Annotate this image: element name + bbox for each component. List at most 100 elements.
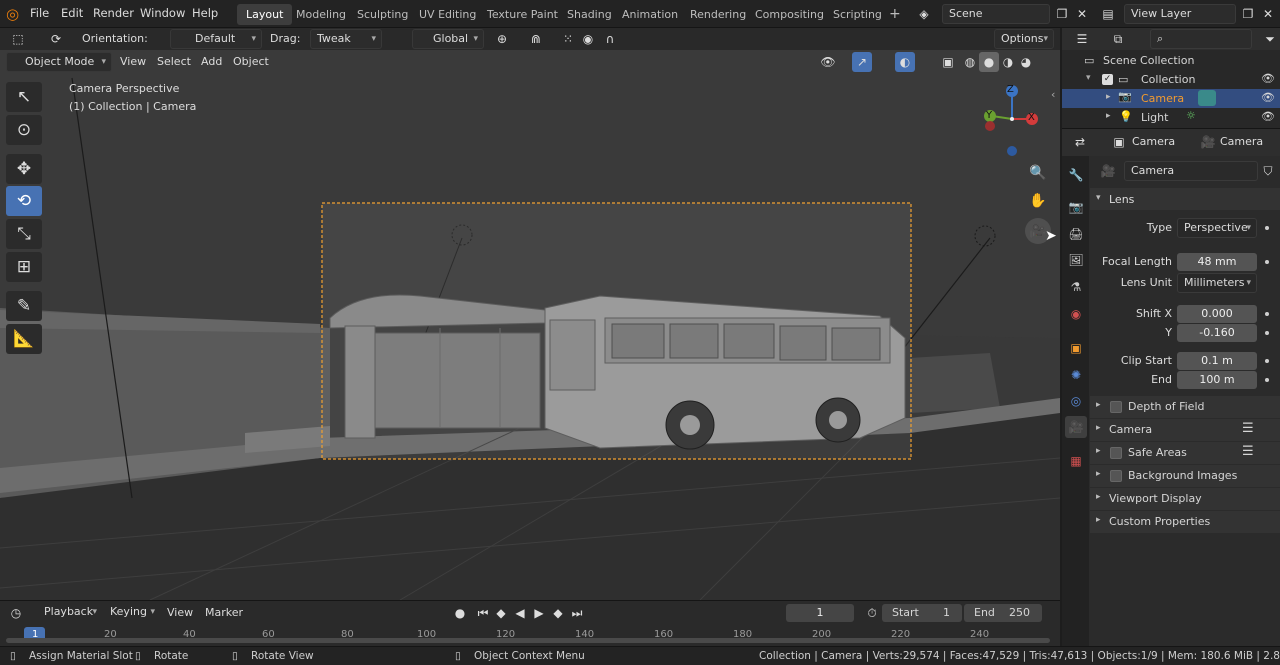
keyframe-dot[interactable] (1265, 331, 1269, 335)
gizmo-toggle-icon[interactable]: ↗ (852, 52, 872, 72)
expand-icon[interactable]: ▸ (1096, 515, 1101, 525)
blender-logo-icon[interactable]: ◎ (6, 5, 24, 23)
outliner-row-collection[interactable]: ▾ ✓ ▭ Collection 👁 (1062, 70, 1280, 89)
keyframe-dot[interactable] (1265, 260, 1269, 264)
tab-compositing[interactable]: Compositing (746, 4, 833, 25)
scene-field[interactable]: Scene (942, 4, 1050, 24)
tab-data-label[interactable]: Camera (1220, 135, 1263, 148)
properties-type-icon[interactable]: ⇄ (1070, 132, 1090, 152)
datablock-field[interactable]: Camera (1124, 161, 1258, 181)
measure-tool-button[interactable]: 📐 (6, 324, 42, 354)
start-frame-field[interactable]: Start 1 (882, 604, 962, 622)
depth-of-field-panel[interactable]: ▸ Depth of Field (1090, 396, 1280, 418)
presets-list-icon[interactable]: ☰ (1242, 444, 1254, 459)
menu-file[interactable]: File (30, 6, 49, 20)
visibility-icon[interactable]: 👁 (818, 52, 838, 72)
clip-end-field[interactable]: 100 m (1177, 371, 1257, 389)
camera-expand-icon[interactable]: ▸ (1106, 92, 1111, 102)
custom-properties-panel[interactable]: ▸ Custom Properties (1090, 511, 1280, 533)
menu-window[interactable]: Window (140, 6, 185, 20)
snap-icon[interactable]: ⋒ (526, 29, 546, 49)
shift-x-field[interactable]: 0.000 (1177, 305, 1257, 323)
prev-keyframe-icon[interactable]: ◆ (491, 603, 511, 623)
end-frame-field[interactable]: End 250 (964, 604, 1042, 622)
depth-of-field-checkbox[interactable] (1110, 401, 1122, 413)
camera-panel[interactable]: ▸ Camera ☰ (1090, 419, 1280, 441)
shift-y-field[interactable]: -0.160 (1177, 324, 1257, 342)
background-images-checkbox[interactable] (1110, 470, 1122, 482)
output-tab-icon[interactable]: 🖨 (1065, 223, 1087, 245)
modifier-tab-icon[interactable]: ✺ (1065, 364, 1087, 386)
outliner-type-icon[interactable]: ☰ (1072, 29, 1092, 49)
zoom-icon[interactable]: 🔍 (1028, 163, 1048, 183)
collection-visibility-icon[interactable]: 👁 (1261, 72, 1275, 85)
move-tool-button[interactable]: ✥ (6, 154, 42, 184)
menu-render[interactable]: Render (93, 6, 134, 20)
presets-list-icon[interactable]: ☰ (1242, 421, 1254, 436)
object-mode-dropdown[interactable]: Object Mode ▾ (6, 52, 112, 72)
tab-object-label[interactable]: Camera (1132, 135, 1175, 148)
rotate-tool-icon[interactable]: ⟳ (46, 29, 66, 49)
editor-type-icon[interactable]: ◷ (6, 603, 26, 623)
close-view-layer-icon[interactable]: ✕ (1258, 4, 1278, 24)
outliner-row-camera[interactable]: ▸ 📷 Camera 👁 (1062, 89, 1280, 108)
datablock-icon[interactable]: 🎥 (1098, 161, 1118, 181)
tab-animation[interactable]: Animation (613, 4, 687, 25)
safe-areas-checkbox[interactable] (1110, 447, 1122, 459)
stopwatch-icon[interactable]: ⏱ (862, 603, 882, 623)
tab-layout[interactable]: Layout (237, 4, 293, 25)
next-keyframe-icon[interactable]: ◆ (548, 603, 568, 623)
physics-tab-icon[interactable]: ◎ (1065, 390, 1087, 412)
record-icon[interactable]: ● (450, 603, 470, 623)
menu-view[interactable]: View (120, 55, 146, 68)
rotate-tool-button[interactable]: ⟲ (6, 186, 42, 216)
options-dropdown[interactable]: Options ▾ (994, 29, 1054, 49)
texture-tab-icon[interactable]: ▦ (1065, 450, 1087, 472)
lens-collapse-icon[interactable]: ▾ (1096, 193, 1101, 203)
tab-uv-editing[interactable]: UV Editing (410, 4, 485, 25)
3d-viewport[interactable]: ⬚ ⟳ Orientation: Default ▾ Drag: Tweak ▾ G… (0, 28, 1060, 600)
background-images-panel[interactable]: ▸ Background Images (1090, 465, 1280, 487)
timeline-view-menu[interactable]: View (167, 606, 193, 619)
outliner-row-scene-collection[interactable]: ▭ Scene Collection (1062, 51, 1280, 70)
tab-modeling[interactable]: Modeling (287, 4, 355, 25)
object-tab-icon[interactable]: ▣ (1065, 337, 1087, 359)
jump-end-icon[interactable]: ⏭ (567, 603, 587, 623)
scale-tool-button[interactable]: ⤡ (6, 219, 42, 249)
snap-target-icon[interactable]: ⁙ (558, 29, 578, 49)
view-layer-tab-icon[interactable]: 🖼 (1065, 249, 1087, 271)
keyframe-dot[interactable] (1265, 378, 1269, 382)
scene-tab-icon[interactable]: ⚗ (1065, 276, 1087, 298)
play-reverse-icon[interactable]: ◀ (510, 603, 530, 623)
view-layer-icon[interactable]: ▤ (1098, 4, 1118, 24)
jump-start-icon[interactable]: ⏮ (473, 603, 493, 623)
tab-shading[interactable]: Shading (558, 4, 621, 25)
filter-icon[interactable]: ⏷ (1260, 29, 1280, 49)
tab-texture-paint[interactable]: Texture Paint (478, 4, 567, 25)
menu-add[interactable]: Add (201, 55, 222, 68)
close-scene-icon[interactable]: ✕ (1072, 4, 1092, 24)
rendered-shading-icon[interactable]: ◕ (1016, 52, 1036, 72)
lens-type-dropdown[interactable]: Perspective ▾ (1177, 218, 1257, 238)
collection-expand-icon[interactable]: ▾ (1086, 73, 1091, 83)
world-tab-icon[interactable]: ◉ (1065, 303, 1087, 325)
orientation-dropdown[interactable]: Default ▾ (170, 29, 262, 49)
camera-visibility-icon[interactable]: 👁 (1261, 91, 1275, 104)
select-box-icon[interactable]: ⬚ (8, 29, 28, 49)
new-view-layer-icon[interactable]: ❐ (1238, 4, 1258, 24)
expand-icon[interactable]: ▸ (1096, 400, 1101, 410)
keyframe-dot[interactable] (1265, 226, 1269, 230)
safe-areas-panel[interactable]: ▸ Safe Areas ☰ (1090, 442, 1280, 464)
transform-orientation-dropdown[interactable]: Global ▾ (412, 29, 484, 49)
overlay-toggle-icon[interactable]: ◐ (895, 52, 915, 72)
solid-shading-icon[interactable]: ● (979, 52, 999, 72)
keyframe-dot[interactable] (1265, 359, 1269, 363)
focal-length-field[interactable]: 48 mm (1177, 253, 1257, 271)
timeline-scrollbar[interactable] (6, 638, 1050, 643)
outliner-search-input[interactable]: ⌕ (1150, 29, 1252, 49)
light-visibility-icon[interactable]: 👁 (1261, 110, 1275, 123)
menu-select[interactable]: Select (157, 55, 191, 68)
annotate-tool-button[interactable]: ✎ (6, 291, 42, 321)
viewport-display-panel[interactable]: ▸ Viewport Display (1090, 488, 1280, 510)
play-icon[interactable]: ▶ (529, 603, 549, 623)
